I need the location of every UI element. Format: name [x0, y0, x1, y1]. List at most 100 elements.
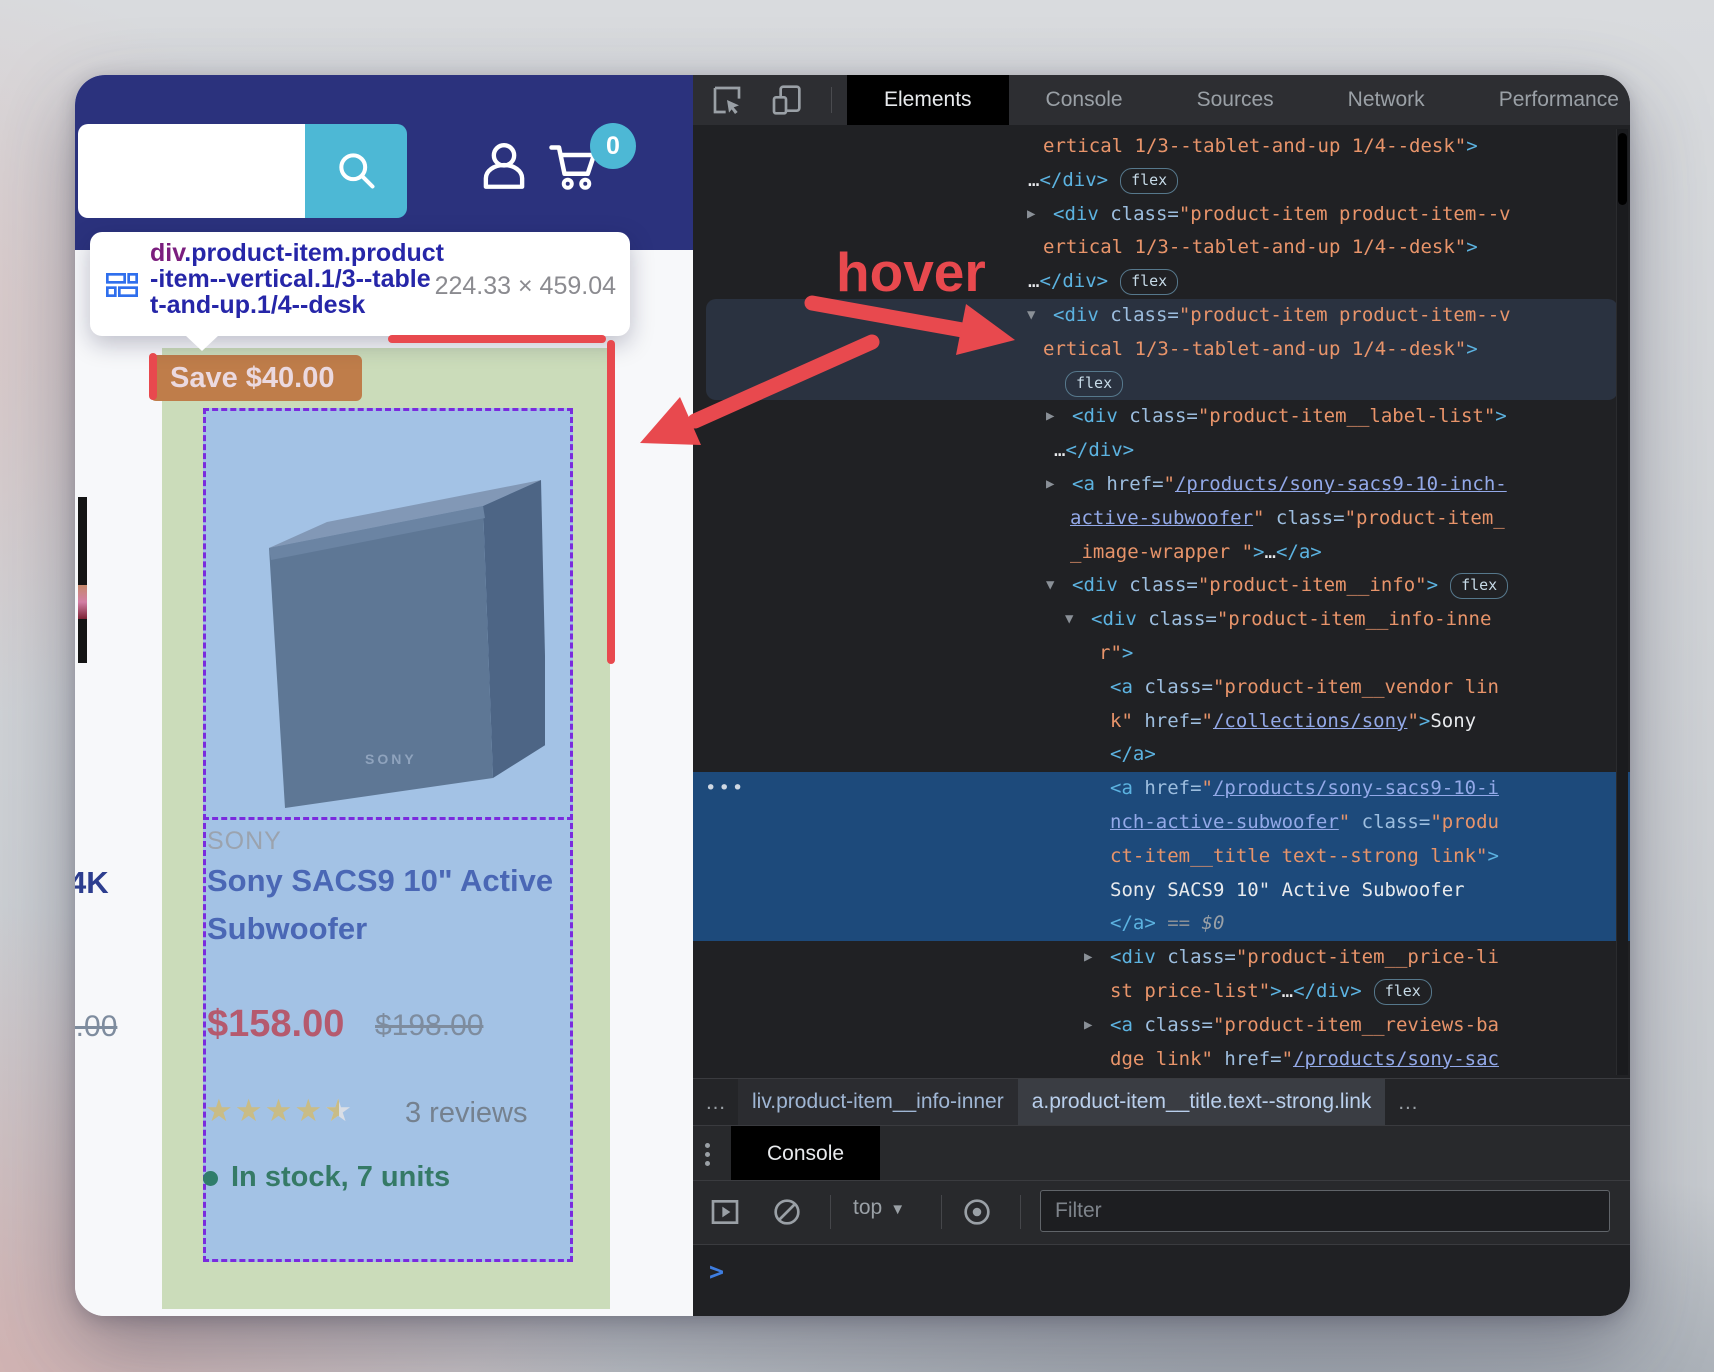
tree-line[interactable]: ertical 1/3--tablet-and-up 1/4--desk">: [693, 333, 1630, 367]
code-tag: >: [1466, 236, 1477, 258]
code-attr: class=: [1133, 676, 1213, 698]
code-attr: href=: [1133, 710, 1202, 732]
code-txt: Sony SACS9 10" Active Subwoofer: [1110, 879, 1465, 901]
tab-sources[interactable]: Sources: [1160, 75, 1311, 125]
expand-arrow-icon[interactable]: ▶: [1084, 1009, 1092, 1043]
tree-line[interactable]: r">: [693, 637, 1630, 671]
console-prompt-chevron[interactable]: >: [709, 1257, 724, 1286]
tooltip-selector: div.product-item.product -item--vertical…: [150, 240, 444, 318]
tree-line[interactable]: k" href="/collections/sony">Sony: [693, 705, 1630, 739]
tree-line[interactable]: ▶<div class="product-item__label-list">: [693, 400, 1630, 434]
tree-line[interactable]: Sony SACS9 10" Active Subwoofer: [693, 874, 1630, 908]
context-selector[interactable]: top▼: [853, 1196, 905, 1220]
breadcrumb-item[interactable]: a.product-item__title.text--strong.link: [1018, 1079, 1386, 1126]
selected-node-gutter-dots[interactable]: •••: [705, 772, 745, 806]
flex-badge[interactable]: flex: [1065, 371, 1123, 397]
devtools-tabbar: ElementsConsoleSourcesNetworkPerformance: [693, 75, 1630, 125]
breadcrumb-overflow-right[interactable]: …: [1385, 1091, 1430, 1115]
tree-line[interactable]: •••<a href="/products/sony-sacs9-10-i: [693, 772, 1630, 806]
product-vendor[interactable]: SONY: [207, 827, 282, 856]
product-price: $158.00: [207, 1003, 344, 1046]
live-expression-eye-icon[interactable]: [961, 1196, 993, 1228]
code-str: ertical 1/3--tablet-and-up 1/4--desk": [1043, 236, 1466, 258]
tree-line[interactable]: ertical 1/3--tablet-and-up 1/4--desk">: [693, 130, 1630, 164]
search-input[interactable]: [78, 124, 305, 218]
expand-arrow-icon[interactable]: ▶: [1027, 198, 1035, 232]
code-attr: class=: [1118, 574, 1198, 596]
product-title-line1[interactable]: Sony SACS9 10" Active: [207, 863, 553, 899]
code-tag: >: [1253, 541, 1264, 563]
search-button[interactable]: [305, 124, 407, 218]
collapse-arrow-icon[interactable]: ▼: [1027, 299, 1035, 333]
code-tag: </div>: [1039, 169, 1108, 191]
tree-line[interactable]: ▼<div class="product-item__info">flex: [693, 569, 1630, 603]
flex-badge[interactable]: flex: [1450, 573, 1508, 599]
tree-line[interactable]: …</div>: [693, 434, 1630, 468]
expand-arrow-icon[interactable]: ▶: [1046, 468, 1054, 502]
code-tag: <div: [1091, 608, 1137, 630]
tab-network[interactable]: Network: [1311, 75, 1462, 125]
tree-line[interactable]: …</div> flex: [693, 164, 1630, 198]
tree-line[interactable]: ertical 1/3--tablet-and-up 1/4--desk">: [693, 231, 1630, 265]
tree-line[interactable]: ▶<div class="product-item product-item--…: [693, 198, 1630, 232]
device-toolbar-icon[interactable]: [770, 84, 802, 116]
code-tag: >: [1466, 135, 1477, 157]
code-ell: …: [1028, 270, 1039, 292]
tree-line[interactable]: ▶<a class="product-item__reviews-ba: [693, 1009, 1630, 1043]
code-tag: </div>: [1039, 270, 1108, 292]
tree-line[interactable]: </a> == $0: [693, 907, 1630, 941]
tree-line[interactable]: ct-item__title text--strong link">: [693, 840, 1630, 874]
tree-line[interactable]: active-subwoofer" class="product-item_: [693, 502, 1630, 536]
tree-line[interactable]: ▼<div class="product-item__info-inne: [693, 603, 1630, 637]
more-options-icon[interactable]: [705, 1139, 710, 1170]
tree-group: ▶<div class="product-item__price-list pr…: [693, 941, 1630, 1076]
tree-line[interactable]: ▼<div class="product-item product-item--…: [693, 299, 1630, 333]
code-tag: </a>: [1110, 912, 1156, 934]
flex-badge[interactable]: flex: [1120, 168, 1178, 194]
code-attr: href=: [1095, 473, 1164, 495]
tree-line[interactable]: dge link" href="/products/sony-sac: [693, 1043, 1630, 1077]
expand-arrow-icon[interactable]: ▶: [1084, 941, 1092, 975]
tree-line[interactable]: </a>: [693, 738, 1630, 772]
devtools-panel: ElementsConsoleSourcesNetworkPerformance…: [693, 75, 1630, 1316]
flex-badge[interactable]: flex: [1120, 269, 1178, 295]
code-ell: …: [1028, 169, 1039, 191]
tab-console[interactable]: Console: [1009, 75, 1160, 125]
collapse-arrow-icon[interactable]: ▼: [1046, 569, 1054, 603]
breadcrumb-item[interactable]: liv.product-item__info-inner: [738, 1079, 1018, 1126]
code-str: st price-list": [1110, 980, 1270, 1002]
code-tag: <a: [1072, 473, 1095, 495]
code-link: nch-active-subwoofer: [1110, 811, 1339, 833]
tree-line[interactable]: _image-wrapper ">…</a>: [693, 536, 1630, 570]
tab-elements[interactable]: Elements: [847, 75, 1009, 125]
code-attr: class=: [1133, 1014, 1213, 1036]
tree-line[interactable]: flex: [693, 367, 1630, 401]
code-attr: class=: [1099, 304, 1179, 326]
product-image[interactable]: SONY: [245, 448, 545, 816]
tree-line[interactable]: <a class="product-item__vendor lin: [693, 671, 1630, 705]
inspect-element-icon[interactable]: [711, 84, 743, 116]
tree-line[interactable]: st price-list">…</div>flex: [693, 975, 1630, 1009]
tree-line[interactable]: nch-active-subwoofer" class="produ: [693, 806, 1630, 840]
breadcrumb-overflow-left[interactable]: …: [693, 1091, 738, 1115]
review-count[interactable]: 3 reviews: [405, 1097, 528, 1130]
expand-arrow-icon[interactable]: ▶: [1046, 400, 1054, 434]
collapse-arrow-icon[interactable]: ▼: [1065, 603, 1073, 637]
tree-line[interactable]: ▶<a href="/products/sony-sacs9-10-inch-: [693, 468, 1630, 502]
tab-performance[interactable]: Performance: [1462, 75, 1630, 125]
tab-console-drawer[interactable]: Console: [731, 1126, 880, 1181]
code-str: "product-item product-item--v: [1179, 203, 1511, 225]
code-tag: >: [1466, 338, 1477, 360]
console-sidebar-icon[interactable]: [709, 1196, 741, 1228]
tree-line[interactable]: …</div> flex: [693, 265, 1630, 299]
code-tag: <div: [1072, 574, 1118, 596]
code-str: "product-item__price-li: [1236, 946, 1499, 968]
code-tag: </div>: [1065, 439, 1134, 461]
clear-console-icon[interactable]: [771, 1196, 803, 1228]
account-icon[interactable]: [475, 135, 533, 195]
flex-badge[interactable]: flex: [1374, 979, 1432, 1005]
product-title-line2[interactable]: Subwoofer: [207, 911, 367, 947]
console-filter-input[interactable]: [1040, 1190, 1610, 1232]
code-tag: <div: [1072, 405, 1118, 427]
tree-line[interactable]: ▶<div class="product-item__price-li: [693, 941, 1630, 975]
